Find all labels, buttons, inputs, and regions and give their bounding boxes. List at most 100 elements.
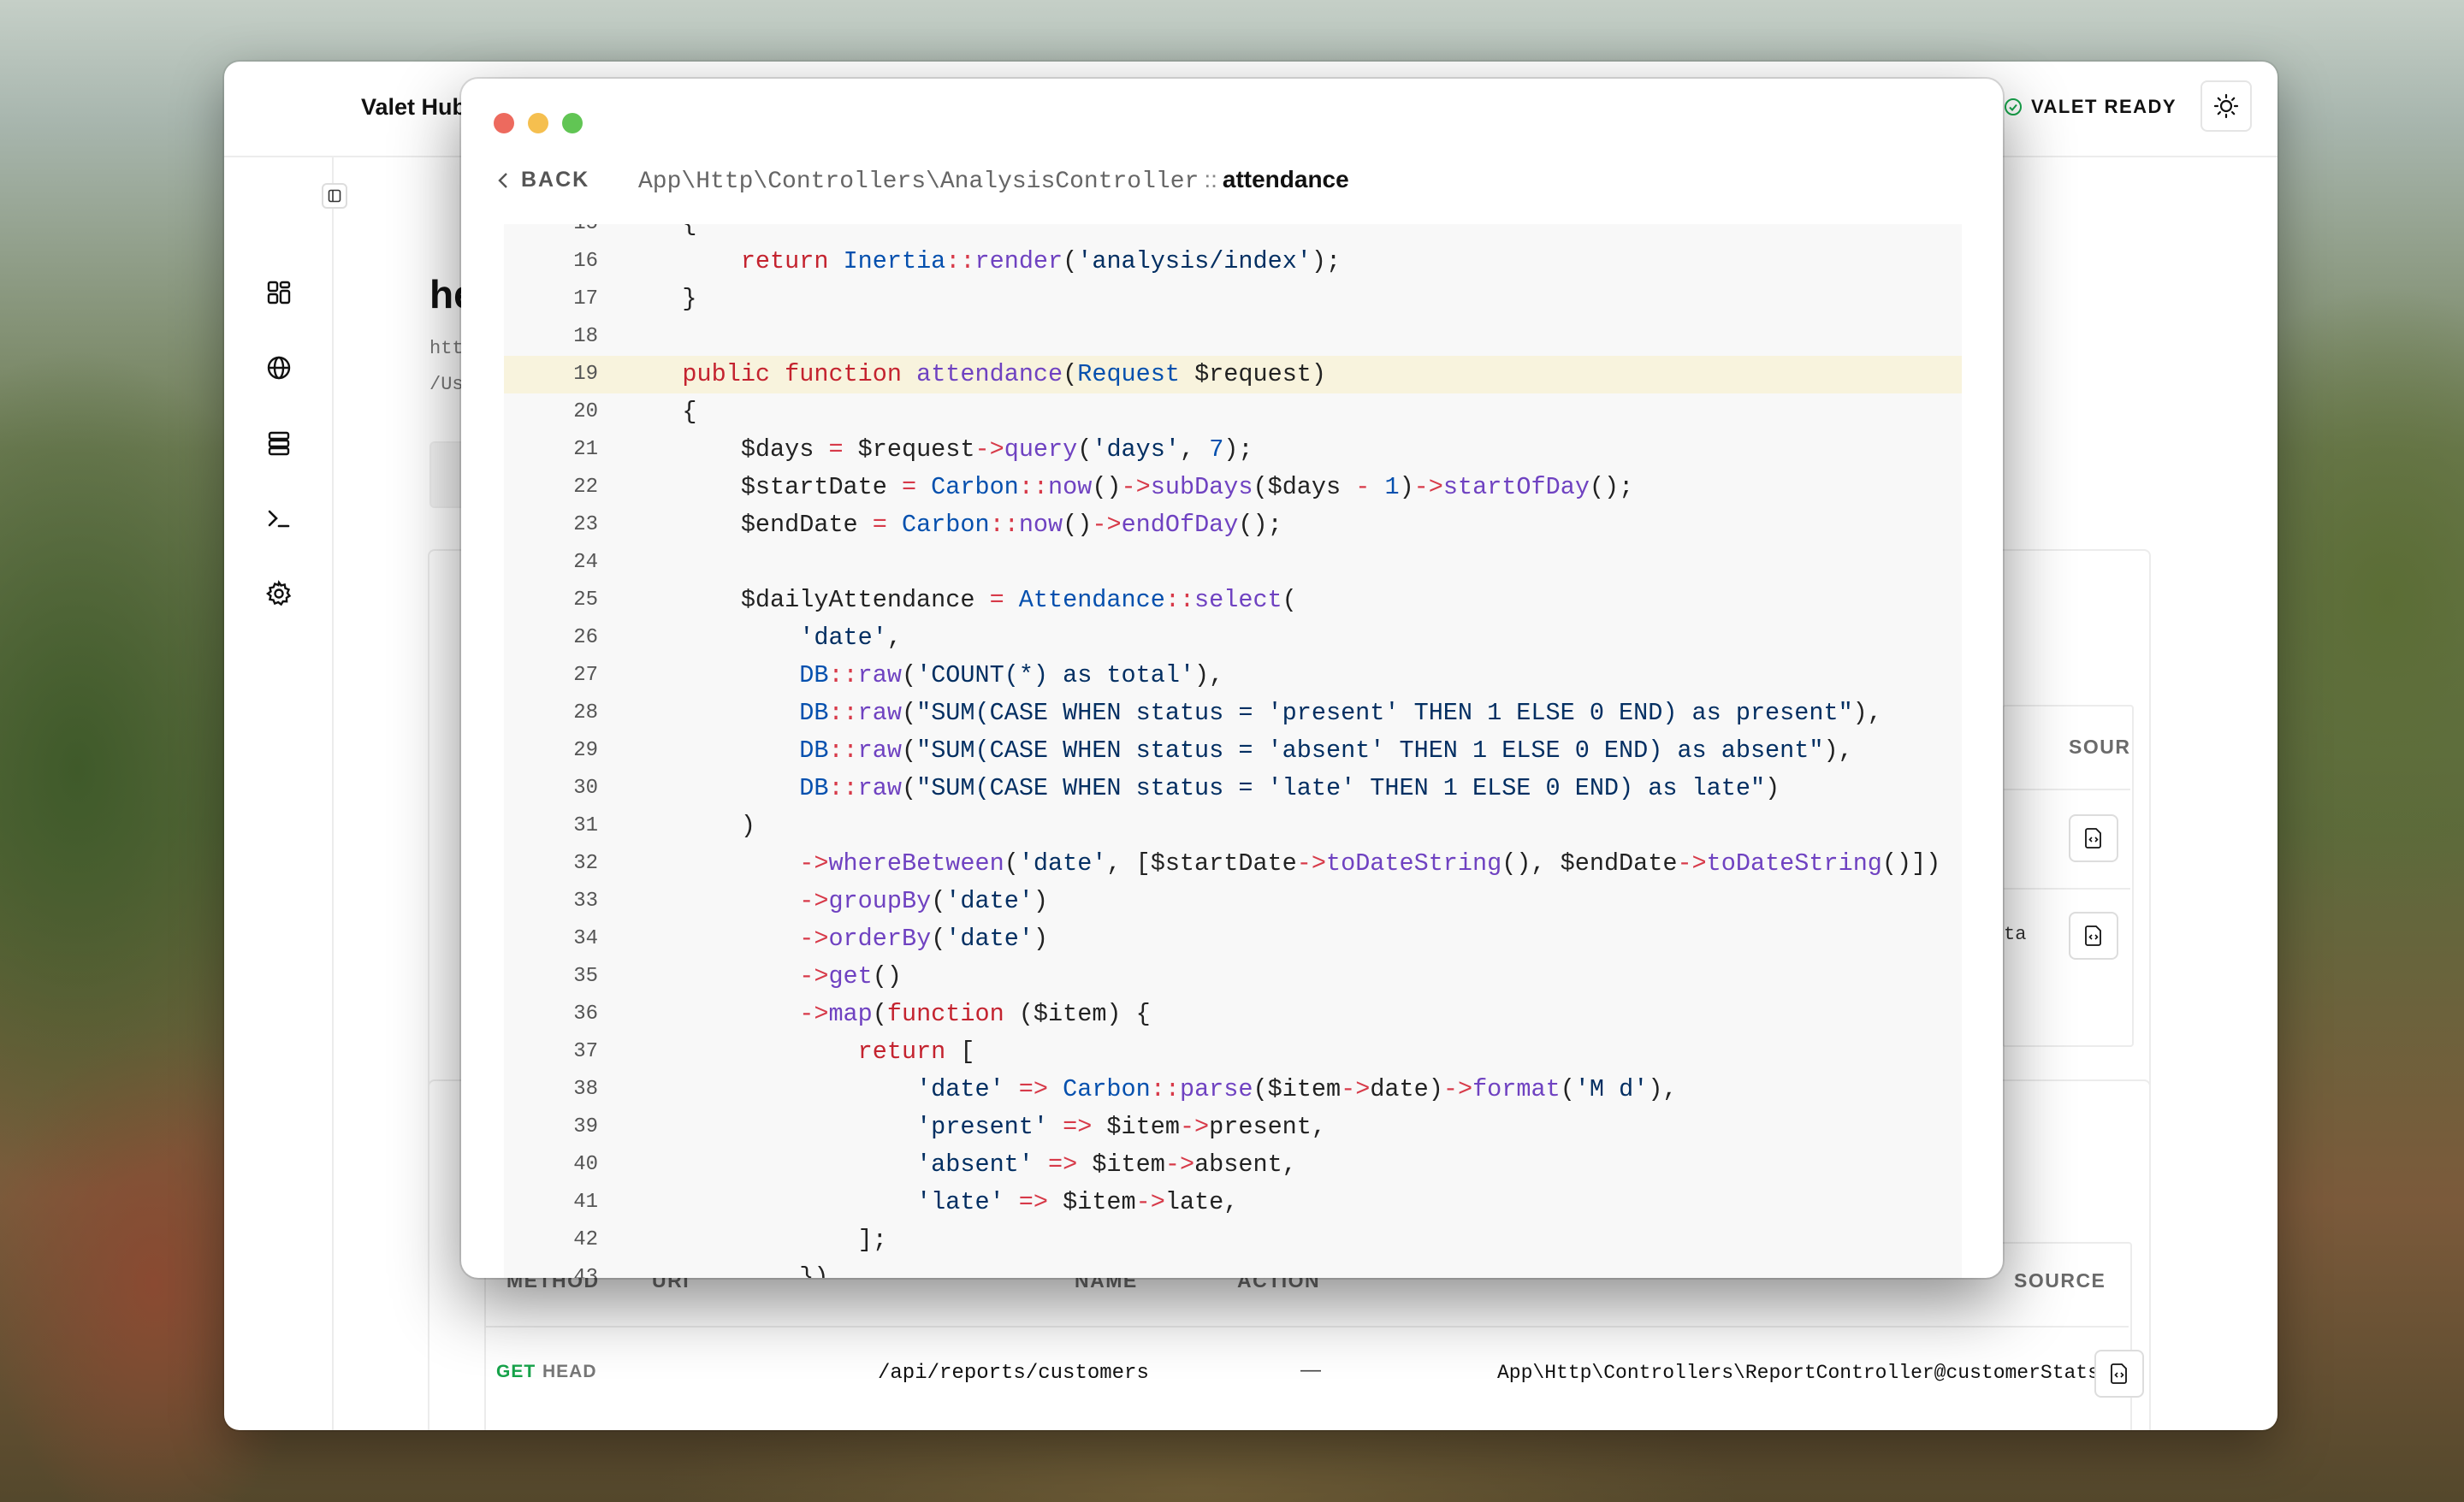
code-text: DB::raw("SUM(CASE WHEN status = 'present… [799,699,1882,727]
code-text: ->orderBy('date') [799,925,1049,953]
page-url: htt [429,338,464,359]
code-line: 40 'absent' => $item->absent, [504,1146,1962,1184]
line-number: 36 [573,1002,598,1026]
method-badge-get: GET [496,1362,536,1381]
source-header: SOUR [2069,736,2131,758]
terminal-icon[interactable] [265,505,293,532]
code-viewer[interactable]: 15 {16 return Inertia::render('analysis/… [504,224,1962,1278]
view-source-button[interactable] [2069,814,2118,862]
app-title: Valet Hub [361,94,467,120]
table-header-source: SOURCE [2014,1269,2106,1292]
code-line: 15 { [504,224,1962,243]
code-line: 21 $days = $request->query('days', 7); [504,431,1962,469]
code-line: 19 public function attendance(Request $r… [504,356,1962,393]
code-line: 18 [504,318,1962,356]
code-text: } [624,285,697,313]
table-row[interactable]: GET HEAD /api/reports/customers — App\Ht… [484,1326,2144,1422]
line-number: 26 [573,626,598,649]
breadcrumb-method: attendance [1222,166,1349,192]
sidebar-collapse-button[interactable] [322,183,347,209]
line-number: 18 [573,325,598,348]
back-label: BACK [521,168,590,192]
code-text: $endDate = Carbon::now()->endOfDay(); [624,511,1282,539]
code-line: 22 $startDate = Carbon::now()->subDays($… [504,469,1962,506]
line-number: 34 [573,927,598,950]
code-text: ->groupBy('date') [799,887,1049,915]
dashboard-icon[interactable] [265,279,293,306]
line-number: 28 [573,701,598,724]
theme-toggle-button[interactable] [2200,80,2252,132]
sun-icon [2213,93,2239,119]
line-number: 19 [573,363,598,386]
divider [2002,789,2130,790]
line-number: 43 [573,1266,598,1278]
code-text: { [624,398,697,426]
line-number: 22 [573,476,598,499]
route-action: App\Http\Controllers\ReportController@cu… [1497,1362,2100,1384]
divider [2002,888,2130,890]
view-source-button[interactable] [2069,912,2118,960]
line-number: 27 [573,664,598,687]
maximize-window-button[interactable] [562,113,583,133]
code-line: 39 'present' => $item->present, [504,1109,1962,1146]
code-line: 34 ->orderBy('date') [504,920,1962,958]
code-text: return [ [857,1038,975,1066]
code-line: 33 ->groupBy('date') [504,883,1962,920]
code-line: 27 DB::raw('COUNT(*) as total'), [504,657,1962,695]
code-line: 36 ->map(function ($item) { [504,996,1962,1033]
status-indicator: VALET READY [2004,96,2177,118]
file-code-icon [2111,1363,2127,1384]
server-icon[interactable] [265,429,293,457]
code-line: 38 'date' => Carbon::parse($item->date)-… [504,1071,1962,1109]
code-text: }) [624,1263,829,1278]
code-text: public function attendance(Request $requ… [682,360,1326,388]
breadcrumb-class: App\Http\Controllers\AnalysisController [638,169,1199,195]
code-line: 17 } [504,281,1962,318]
code-text: ) [624,812,755,840]
code-text: 'date' => Carbon::parse($item->date)->fo… [916,1075,1678,1103]
line-number: 15 [547,224,598,243]
route-uri: /api/reports/customers [878,1362,1149,1385]
code-text: 'late' => $item->late, [916,1188,1239,1216]
line-number: 42 [573,1228,598,1251]
code-line: 25 $dailyAttendance = Attendance::select… [504,582,1962,619]
line-number: 25 [573,588,598,612]
settings-icon[interactable] [265,580,293,607]
code-text: $startDate = Carbon::now()->subDays($day… [624,473,1634,501]
line-number: 23 [573,513,598,536]
code-line: 29 DB::raw("SUM(CASE WHEN status = 'abse… [504,732,1962,770]
code-line: 28 DB::raw("SUM(CASE WHEN status = 'pres… [504,695,1962,732]
code-text: DB::raw("SUM(CASE WHEN status = 'late' T… [799,774,1780,802]
code-text: DB::raw('COUNT(*) as total'), [799,661,1224,689]
code-text: { [624,224,696,243]
globe-icon[interactable] [265,354,293,381]
line-number: 31 [573,814,598,837]
file-code-icon [2085,828,2101,849]
close-window-button[interactable] [494,113,514,133]
code-text: ->get() [799,962,902,990]
breadcrumb-separator: :: [1204,166,1217,192]
minimize-window-button[interactable] [528,113,548,133]
code-text: 'absent' => $item->absent, [916,1150,1297,1179]
chevron-left-icon [498,172,507,188]
page-path: /Us [429,374,464,395]
panel-left-icon [328,189,341,203]
view-source-button[interactable] [2094,1350,2144,1398]
line-number: 39 [573,1115,598,1138]
line-number: 37 [573,1040,598,1063]
breadcrumb: App\Http\Controllers\AnalysisController:… [638,166,1349,195]
method-badge-head: HEAD [542,1362,597,1381]
line-number: 30 [573,777,598,800]
line-number: 29 [573,739,598,762]
code-line: 20 { [504,393,1962,431]
code-text: ]; [624,1226,887,1254]
code-line: 26 'date', [504,619,1962,657]
line-number: 40 [573,1153,598,1176]
code-text: 'present' => $item->present, [916,1113,1326,1141]
back-button[interactable]: BACK [497,168,589,192]
line-number: 32 [573,852,598,875]
code-line: 24 [504,544,1962,582]
code-line: 35 ->get() [504,958,1962,996]
line-number: 24 [573,551,598,574]
code-line: 30 DB::raw("SUM(CASE WHEN status = 'late… [504,770,1962,807]
